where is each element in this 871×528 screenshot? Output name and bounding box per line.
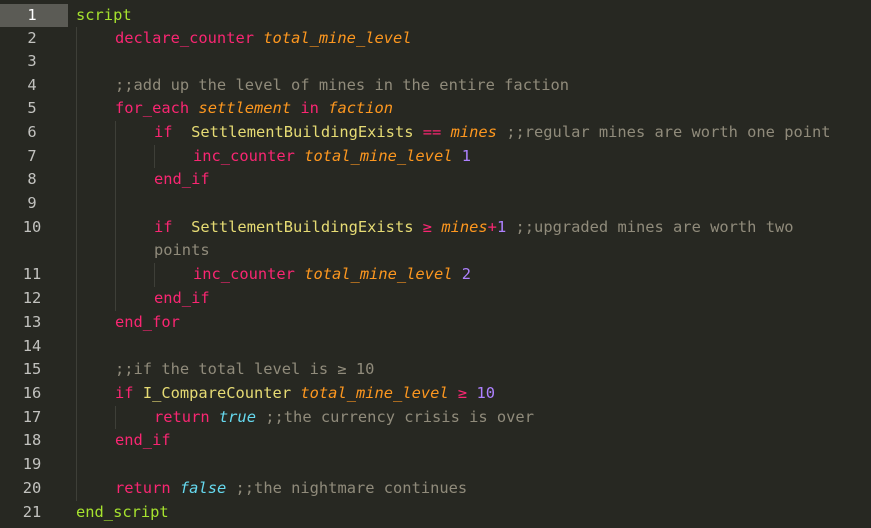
keyword: script xyxy=(76,6,132,24)
line-number[interactable]: 5 xyxy=(0,97,68,120)
line-number[interactable]: 9 xyxy=(0,192,68,215)
line-number[interactable]: 17 xyxy=(0,406,68,429)
code-line-21[interactable]: end_script xyxy=(76,501,169,524)
line-number[interactable]: 7 xyxy=(0,145,68,168)
number: 1 xyxy=(496,218,507,236)
line-number[interactable]: 8 xyxy=(0,168,68,191)
function-name: SettlementBuildingExists xyxy=(191,123,414,141)
operator: == xyxy=(422,123,442,141)
code-line-20[interactable]: return false ;;the nightmare continues xyxy=(115,477,467,500)
comment: ;;upgraded mines are worth two xyxy=(515,218,794,236)
number: 10 xyxy=(476,384,496,402)
keyword: if xyxy=(115,384,134,402)
code-line-2[interactable]: declare_counter total_mine_level xyxy=(115,27,412,50)
keyword: if xyxy=(154,218,173,236)
line-number[interactable]: 20 xyxy=(0,477,68,500)
indent-guide xyxy=(115,121,116,311)
line-number[interactable]: 10 xyxy=(0,216,68,239)
keyword: inc_counter xyxy=(193,147,295,165)
code-line-16[interactable]: if I_CompareCounter total_mine_level ≥ 1… xyxy=(115,382,495,405)
variable: faction xyxy=(328,99,394,117)
keyword: end_script xyxy=(76,503,169,521)
line-number[interactable]: 18 xyxy=(0,429,68,452)
comment: ;;regular mines are worth one point xyxy=(506,123,831,141)
line-number[interactable]: 15 xyxy=(0,358,68,381)
code-line-12[interactable]: end_if xyxy=(154,287,210,310)
indent-guide xyxy=(154,263,155,287)
code-line-7[interactable]: inc_counter total_mine_level 1 xyxy=(193,145,471,168)
keyword: declare_counter xyxy=(115,29,254,47)
variable: total_mine_level xyxy=(300,384,449,402)
line-number[interactable]: 6 xyxy=(0,121,68,144)
keyword: end_if xyxy=(154,170,210,188)
line-number[interactable]: 11 xyxy=(0,263,68,286)
code-line-5[interactable]: for_each settlement in faction xyxy=(115,97,393,120)
number: 1 xyxy=(461,147,472,165)
keyword: for_each xyxy=(115,99,190,117)
code-line-11[interactable]: inc_counter total_mine_level 2 xyxy=(193,263,471,286)
keyword: in xyxy=(300,99,319,117)
code-editor[interactable]: 1 2 3 4 5 6 7 8 9 10 11 12 13 14 15 16 1… xyxy=(0,0,871,528)
line-number-gutter: 1 2 3 4 5 6 7 8 9 10 11 12 13 14 15 16 1… xyxy=(0,0,68,528)
comment: ;;the nightmare continues xyxy=(235,479,468,497)
line-number[interactable]: 14 xyxy=(0,335,68,358)
code-line-10[interactable]: if SettlementBuildingExists ≥ mines+1 ;;… xyxy=(154,216,794,239)
keyword: return xyxy=(154,408,210,426)
function-name: SettlementBuildingExists xyxy=(191,218,414,236)
variable: mines xyxy=(450,123,497,141)
operator: + xyxy=(487,218,497,236)
code-line-13[interactable]: end_for xyxy=(115,311,180,334)
line-number[interactable]: 2 xyxy=(0,27,68,50)
boolean: false xyxy=(179,479,227,497)
code-line-17[interactable]: return true ;;the currency crisis is ove… xyxy=(154,406,534,429)
keyword: end_for xyxy=(115,313,180,331)
code-line-6[interactable]: if SettlementBuildingExists == mines ;;r… xyxy=(154,121,831,144)
keyword: end_if xyxy=(115,431,171,449)
line-number[interactable]: 16 xyxy=(0,382,68,405)
comment: ;;the currency crisis is over xyxy=(265,408,534,426)
line-number[interactable]: 1 xyxy=(0,4,68,27)
number: 2 xyxy=(461,265,472,283)
variable: mines xyxy=(441,218,488,236)
keyword: return xyxy=(115,479,171,497)
comment: ;;add up the level of mines in the entir… xyxy=(115,76,570,94)
function-name: I_CompareCounter xyxy=(142,384,292,402)
comment: ;;if the total level is ≥ 10 xyxy=(115,360,375,378)
boolean: true xyxy=(218,408,256,426)
line-number[interactable]: 21 xyxy=(0,501,68,524)
indent-guide xyxy=(115,406,116,429)
operator: ≥ xyxy=(422,218,433,236)
code-line-1[interactable]: script xyxy=(76,4,132,27)
line-number[interactable]: 19 xyxy=(0,453,68,476)
line-number[interactable]: 3 xyxy=(0,50,68,73)
indent-guide xyxy=(154,145,155,168)
code-line-10-wrap[interactable]: points xyxy=(154,239,210,262)
keyword: end_if xyxy=(154,289,210,307)
code-line-4[interactable]: ;;add up the level of mines in the entir… xyxy=(115,74,569,97)
indent-guide xyxy=(76,27,77,501)
line-number[interactable]: 12 xyxy=(0,287,68,310)
variable: total_mine_level xyxy=(304,265,453,283)
operator: ≥ xyxy=(457,384,468,402)
comment: points xyxy=(154,241,210,259)
keyword: if xyxy=(154,123,173,141)
line-number[interactable]: 13 xyxy=(0,311,68,334)
code-line-18[interactable]: end_if xyxy=(115,429,171,452)
variable: total_mine_level xyxy=(263,29,412,47)
line-number[interactable]: 4 xyxy=(0,74,68,97)
code-line-8[interactable]: end_if xyxy=(154,168,210,191)
keyword: inc_counter xyxy=(193,265,295,283)
variable: settlement xyxy=(198,99,292,117)
variable: total_mine_level xyxy=(304,147,453,165)
code-line-15[interactable]: ;;if the total level is ≥ 10 xyxy=(115,358,374,381)
code-area[interactable]: script declare_counter total_mine_level … xyxy=(76,0,871,528)
